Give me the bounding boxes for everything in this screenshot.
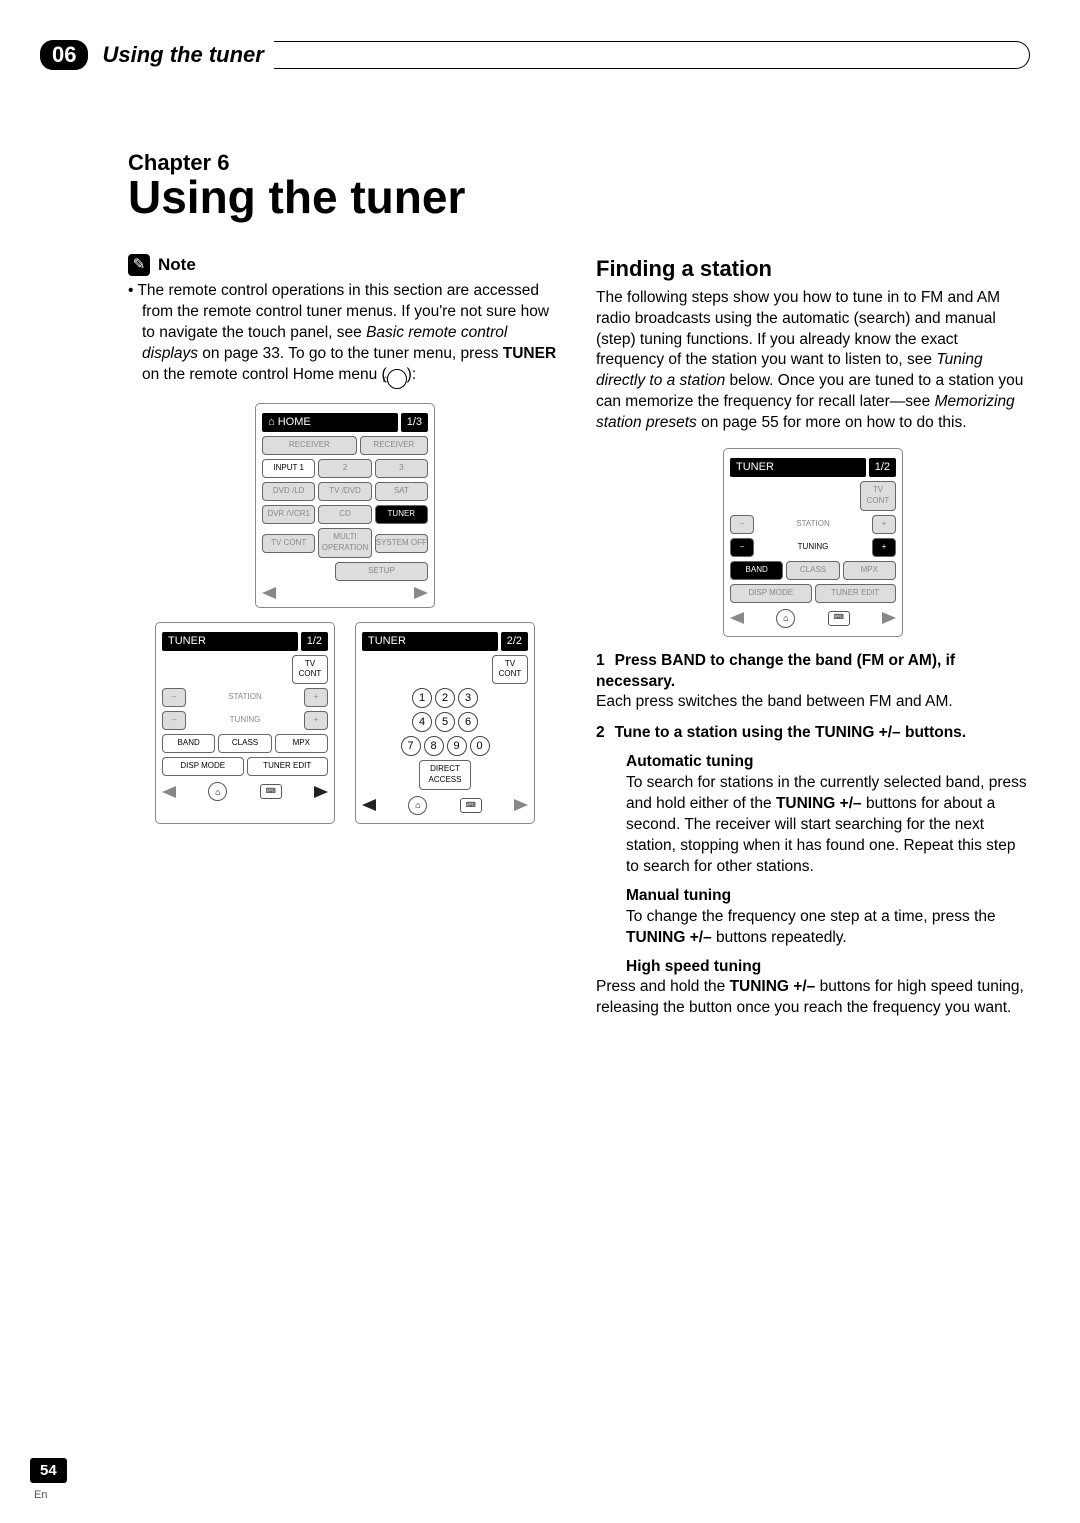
digit-1-button: 1	[412, 688, 432, 708]
tv-cont-button: TV CONT	[860, 481, 896, 511]
next-page-arrow-icon	[514, 799, 528, 811]
tuner-title: TUNER	[730, 458, 866, 477]
right-column: Finding a station The following steps sh…	[596, 254, 1030, 1019]
home-title: ⌂ HOME	[262, 413, 398, 432]
prev-page-arrow-icon	[262, 587, 276, 599]
next-page-arrow-icon	[314, 786, 328, 798]
setup-button: SETUP	[335, 562, 428, 581]
step-1: 1Press BAND to change the band (FM or AM…	[596, 651, 1030, 693]
tuning-minus-button: –	[730, 538, 754, 557]
station-label: STATION	[189, 692, 301, 703]
band-button: BAND	[730, 561, 783, 580]
mpx-button: MPX	[843, 561, 896, 580]
tuning-minus-button: –	[162, 711, 186, 730]
num3-button: 3	[375, 459, 428, 478]
keyboard-icon: ⌨	[460, 798, 482, 813]
page-number: 54	[30, 1458, 67, 1483]
station-plus-button: +	[872, 515, 896, 534]
header-rule	[274, 41, 1030, 69]
chapter-header: 06 Using the tuner	[40, 40, 1030, 70]
station-minus-button: –	[730, 515, 754, 534]
tv-cont-button: TV CONT	[262, 534, 315, 553]
prev-page-arrow-icon	[162, 786, 176, 798]
note-body: • The remote control operations in this …	[128, 281, 562, 389]
step-2: 2Tune to a station using the TUNING +/– …	[596, 723, 1030, 744]
cd-button: CD	[318, 505, 371, 524]
page-header-title: Using the tuner	[102, 42, 263, 68]
tuner-edit-button: TUNER EDIT	[815, 584, 897, 603]
tv-cont-button: TV CONT	[492, 655, 528, 685]
keyboard-icon: ⌨	[828, 611, 850, 626]
system-off-button: SYSTEM OFF	[375, 534, 428, 553]
dvr-vcr1-button: DVR /VCR1	[262, 505, 315, 524]
receiver2-button: RECEIVER	[360, 436, 428, 455]
section-title: Finding a station	[596, 254, 1030, 284]
digit-6-button: 6	[458, 712, 478, 732]
note-icon: ✎	[128, 254, 150, 276]
digit-4-button: 4	[412, 712, 432, 732]
automatic-tuning-body: To search for stations in the currently …	[626, 773, 1030, 878]
section-intro: The following steps show you how to tune…	[596, 288, 1030, 434]
left-column: ✎ Note • The remote control operations i…	[128, 254, 562, 1019]
station-plus-button: +	[304, 688, 328, 707]
digit-8-button: 8	[424, 736, 444, 756]
receiver-button: RECEIVER	[262, 436, 357, 455]
home-icon: ⌂	[387, 369, 407, 389]
tv-cont-button: TV CONT	[292, 655, 328, 685]
digit-7-button: 7	[401, 736, 421, 756]
prev-page-arrow-icon	[362, 799, 376, 811]
manual-tuning-body: To change the frequency one step at a ti…	[626, 907, 1030, 949]
step-1-body: Each press switches the band between FM …	[596, 692, 1030, 713]
digit-5-button: 5	[435, 712, 455, 732]
remote-home-screen: ⌂ HOME1/3 RECEIVERRECEIVER INPUT 123 DVD…	[255, 403, 435, 607]
home-icon: ⌂	[208, 782, 227, 801]
tuning-plus-button: +	[872, 538, 896, 557]
num2-button: 2	[318, 459, 371, 478]
digit-0-button: 0	[470, 736, 490, 756]
digit-2-button: 2	[435, 688, 455, 708]
remote-tuner-1-screen: TUNER1/2 TV CONT –STATION+ –TUNING+ BAND…	[155, 622, 335, 824]
page-title: Using the tuner	[128, 170, 1030, 224]
disp-mode-button: DISP MODE	[162, 757, 244, 776]
tuner-button: TUNER	[375, 505, 428, 524]
chapter-number-badge: 06	[40, 40, 88, 70]
note-label: Note	[158, 254, 196, 277]
high-speed-tuning-heading: High speed tuning	[626, 957, 1030, 978]
tuner-edit-button: TUNER EDIT	[247, 757, 329, 776]
remote-tuner-highlight-screen: TUNER1/2 TV CONT –STATION+ –TUNING+ BAND…	[723, 448, 903, 636]
band-button: BAND	[162, 734, 215, 753]
mpx-button: MPX	[275, 734, 328, 753]
station-label: STATION	[757, 519, 869, 530]
class-button: CLASS	[786, 561, 839, 580]
disp-mode-button: DISP MODE	[730, 584, 812, 603]
tuning-label: TUNING	[757, 542, 869, 553]
tuner-title: TUNER	[162, 632, 298, 651]
input1-button: INPUT 1	[262, 459, 315, 478]
tuner-title: TUNER	[362, 632, 498, 651]
tuning-plus-button: +	[304, 711, 328, 730]
language-code: En	[34, 1489, 47, 1501]
automatic-tuning-heading: Automatic tuning	[626, 752, 1030, 773]
station-minus-button: –	[162, 688, 186, 707]
home-icon: ⌂	[408, 796, 427, 815]
dvd-ld-button: DVD /LD	[262, 482, 315, 501]
remote-tuner-2-screen: TUNER2/2 TV CONT 123 456 7890 DIRECT ACC…	[355, 622, 535, 824]
digit-3-button: 3	[458, 688, 478, 708]
next-page-arrow-icon	[882, 612, 896, 624]
tuning-label: TUNING	[189, 715, 301, 726]
high-speed-tuning-body: Press and hold the TUNING +/– buttons fo…	[596, 977, 1030, 1019]
class-button: CLASS	[218, 734, 271, 753]
tv-dvd-button: TV /DVD	[318, 482, 371, 501]
sat-button: SAT	[375, 482, 428, 501]
home-icon: ⌂	[776, 609, 795, 628]
multi-op-button: MULTI OPERATION	[318, 528, 371, 558]
direct-access-button: DIRECT ACCESS	[419, 760, 471, 790]
keyboard-icon: ⌨	[260, 784, 282, 799]
prev-page-arrow-icon	[730, 612, 744, 624]
digit-9-button: 9	[447, 736, 467, 756]
manual-tuning-heading: Manual tuning	[626, 886, 1030, 907]
next-page-arrow-icon	[414, 587, 428, 599]
